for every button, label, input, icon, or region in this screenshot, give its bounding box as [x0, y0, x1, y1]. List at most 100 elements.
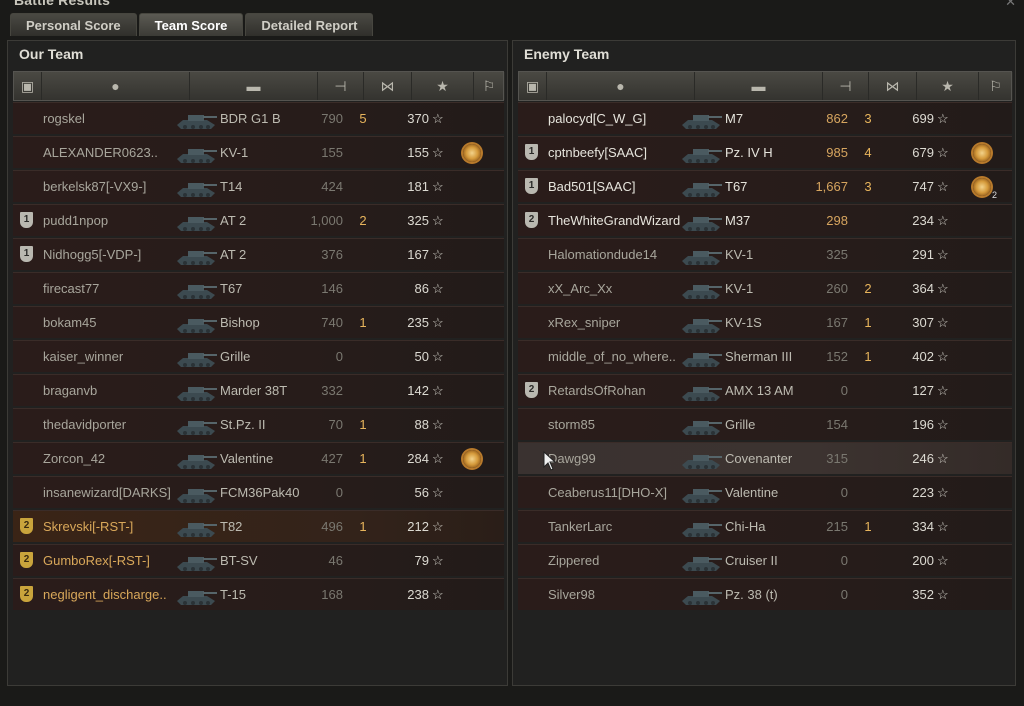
tab-detailed-report[interactable]: Detailed Report	[245, 13, 374, 36]
xp-star-icon: ☆	[432, 417, 444, 432]
enemy-team-panel: Enemy Team ▣ ● ▬ ⊣ ⋈ ★ ⚐ palocyd[C_W_G] M7 862 3 6…	[512, 40, 1016, 686]
player-row[interactable]: 1 Nidhogg5[-VDP-] AT 2 376 167 ☆	[13, 238, 504, 270]
damage-value: 332	[321, 383, 343, 398]
tank-name: Bishop	[220, 315, 260, 330]
tank-name: Sherman III	[725, 349, 793, 364]
player-row[interactable]: thedavidporter St.Pz. II 70 1 88 ☆	[13, 408, 504, 440]
tank-name: Cruiser II	[725, 553, 778, 568]
kills-header-icon[interactable]: ⋈	[364, 72, 412, 100]
tank-icon	[678, 379, 724, 403]
player-name: middle_of_no_where..	[548, 349, 676, 364]
player-row[interactable]: 1 pudd1npop AT 2 1,000 2 325 ☆	[13, 204, 504, 236]
kills-header-icon[interactable]: ⋈	[869, 72, 917, 100]
player-row[interactable]: Zippered Cruiser II 0 200 ☆	[518, 544, 1012, 576]
kills-value	[858, 443, 878, 474]
xp-header-icon[interactable]: ★	[412, 72, 474, 100]
tank-icon	[678, 447, 724, 471]
player-row[interactable]: TankerLarc Chi-Ha 215 1 334 ☆	[518, 510, 1012, 542]
player-row[interactable]: braganvb Marder 38T 332 142 ☆	[13, 374, 504, 406]
tank-header-icon[interactable]: ▬	[695, 72, 823, 100]
kills-value	[353, 545, 373, 576]
xp-star-icon: ☆	[937, 349, 949, 364]
platoon-header-icon[interactable]: ▣	[519, 72, 547, 100]
kills-value: 2	[864, 281, 872, 296]
player-name: kaiser_winner	[43, 349, 124, 364]
achievement-medal-icon[interactable]	[461, 143, 483, 163]
player-header-icon[interactable]: ●	[42, 72, 190, 100]
achievement-medal-icon[interactable]: 2	[971, 177, 997, 200]
xp-value: 679	[912, 145, 934, 160]
player-row[interactable]: Silver98 Pz. 38 (t) 0 352 ☆	[518, 578, 1012, 610]
tank-name: St.Pz. II	[220, 417, 266, 432]
tank-header-icon[interactable]: ▬	[190, 72, 318, 100]
tank-icon	[678, 481, 724, 505]
xp-star-icon: ☆	[432, 111, 444, 126]
player-row[interactable]: storm85 Grille 154 196 ☆	[518, 408, 1012, 440]
kills-value	[858, 375, 878, 406]
player-row[interactable]: Ceaberus11[DHO-X] Valentine 0 223 ☆	[518, 476, 1012, 508]
player-row[interactable]: insanewizard[DARKS] FCM36Pak40 0 56 ☆	[13, 476, 504, 508]
xp-star-icon: ☆	[432, 145, 444, 160]
tab-team-score[interactable]: Team Score	[138, 13, 244, 36]
player-row[interactable]: ALEXANDER0623.. KV-1 155 155 ☆	[13, 136, 504, 168]
player-row[interactable]: Zorcon_42 Valentine 427 1 284 ☆	[13, 442, 504, 474]
achievement-medal-icon[interactable]	[461, 449, 483, 469]
player-row[interactable]: 1 cptnbeefy[SAAC] Pz. IV H 985 4 679 ☆	[518, 136, 1012, 168]
platoon-header-icon[interactable]: ▣	[14, 72, 42, 100]
tank-name: M37	[725, 213, 751, 228]
tank-icon	[173, 175, 219, 199]
player-name: insanewizard[DARKS]	[43, 485, 171, 500]
tank-name: Grille	[220, 349, 251, 364]
xp-header-icon[interactable]: ★	[917, 72, 979, 100]
tank-name: KV-1S	[725, 315, 762, 330]
player-row[interactable]: 2 TheWhiteGrandWizard M37 298 234 ☆	[518, 204, 1012, 236]
damage-value: 325	[826, 247, 848, 262]
tank-name: AT 2	[220, 247, 247, 262]
tank-name: Grille	[725, 417, 756, 432]
xp-value: 234	[912, 213, 934, 228]
tank-icon	[173, 311, 219, 335]
player-name: braganvb	[43, 383, 98, 398]
tank-name: Valentine	[725, 485, 779, 500]
player-row[interactable]: xRex_sniper KV-1S 167 1 307 ☆	[518, 306, 1012, 338]
xp-star-icon: ☆	[432, 451, 444, 466]
our-team-column-header: ▣ ● ▬ ⊣ ⋈ ★ ⚐	[13, 71, 505, 101]
tank-name: T82	[220, 519, 243, 534]
player-row[interactable]: kaiser_winner Grille 0 50 ☆	[13, 340, 504, 372]
tab-personal-score[interactable]: Personal Score	[10, 13, 137, 36]
player-name: storm85	[548, 417, 595, 432]
achievement-medal-icon[interactable]	[971, 143, 993, 163]
tank-icon	[173, 141, 219, 165]
player-row[interactable]: 2 RetardsOfRohan AMX 13 AM 0 127 ☆	[518, 374, 1012, 406]
player-row[interactable]: xX_Arc_Xx KV-1 260 2 364 ☆	[518, 272, 1012, 304]
player-row[interactable]: firecast77 T67 146 86 ☆	[13, 272, 504, 304]
player-row[interactable]: 2 GumboRex[-RST-] BT-SV 46 79 ☆	[13, 544, 504, 576]
close-icon[interactable]: ✕	[1005, 0, 1016, 10]
xp-value: 196	[912, 417, 934, 432]
player-row[interactable]: bokam45 Bishop 740 1 235 ☆	[13, 306, 504, 338]
player-row[interactable]: 1 Bad501[SAAC] T67 1,667 3 747 ☆ 2	[518, 170, 1012, 202]
player-header-icon[interactable]: ●	[547, 72, 695, 100]
platoon-badge-icon: 1	[525, 144, 538, 160]
kills-value	[353, 375, 373, 406]
damage-value: 376	[321, 247, 343, 262]
player-row[interactable]: palocyd[C_W_G] M7 862 3 699 ☆	[518, 102, 1012, 134]
kills-value	[858, 545, 878, 576]
player-row[interactable]: rogskel BDR G1 B 790 5 370 ☆	[13, 102, 504, 134]
xp-star-icon: ☆	[432, 315, 444, 330]
medal-header-icon[interactable]: ⚐	[474, 72, 505, 100]
tank-name: BDR G1 B	[220, 111, 281, 126]
player-row[interactable]: Halomationdude14 KV-1 325 291 ☆	[518, 238, 1012, 270]
damage-header-icon[interactable]: ⊣	[823, 72, 869, 100]
medal-header-icon[interactable]: ⚐	[979, 72, 1013, 100]
player-name: palocyd[C_W_G]	[548, 111, 647, 126]
xp-value: 50	[414, 349, 429, 364]
kills-value: 1	[864, 315, 872, 330]
player-row[interactable]: 2 negligent_discharge.. T-15 168 238 ☆	[13, 578, 504, 610]
player-row[interactable]: 2 Skrevski[-RST-] T82 496 1 212 ☆	[13, 510, 504, 542]
player-row[interactable]: middle_of_no_where.. Sherman III 152 1 402 ☆	[518, 340, 1012, 372]
player-row[interactable]: Dawg99 Covenanter 315 246 ☆	[518, 442, 1012, 474]
player-row[interactable]: berkelsk87[-VX9-] T14 424 181 ☆	[13, 170, 504, 202]
damage-value: 0	[840, 553, 848, 568]
damage-header-icon[interactable]: ⊣	[318, 72, 364, 100]
